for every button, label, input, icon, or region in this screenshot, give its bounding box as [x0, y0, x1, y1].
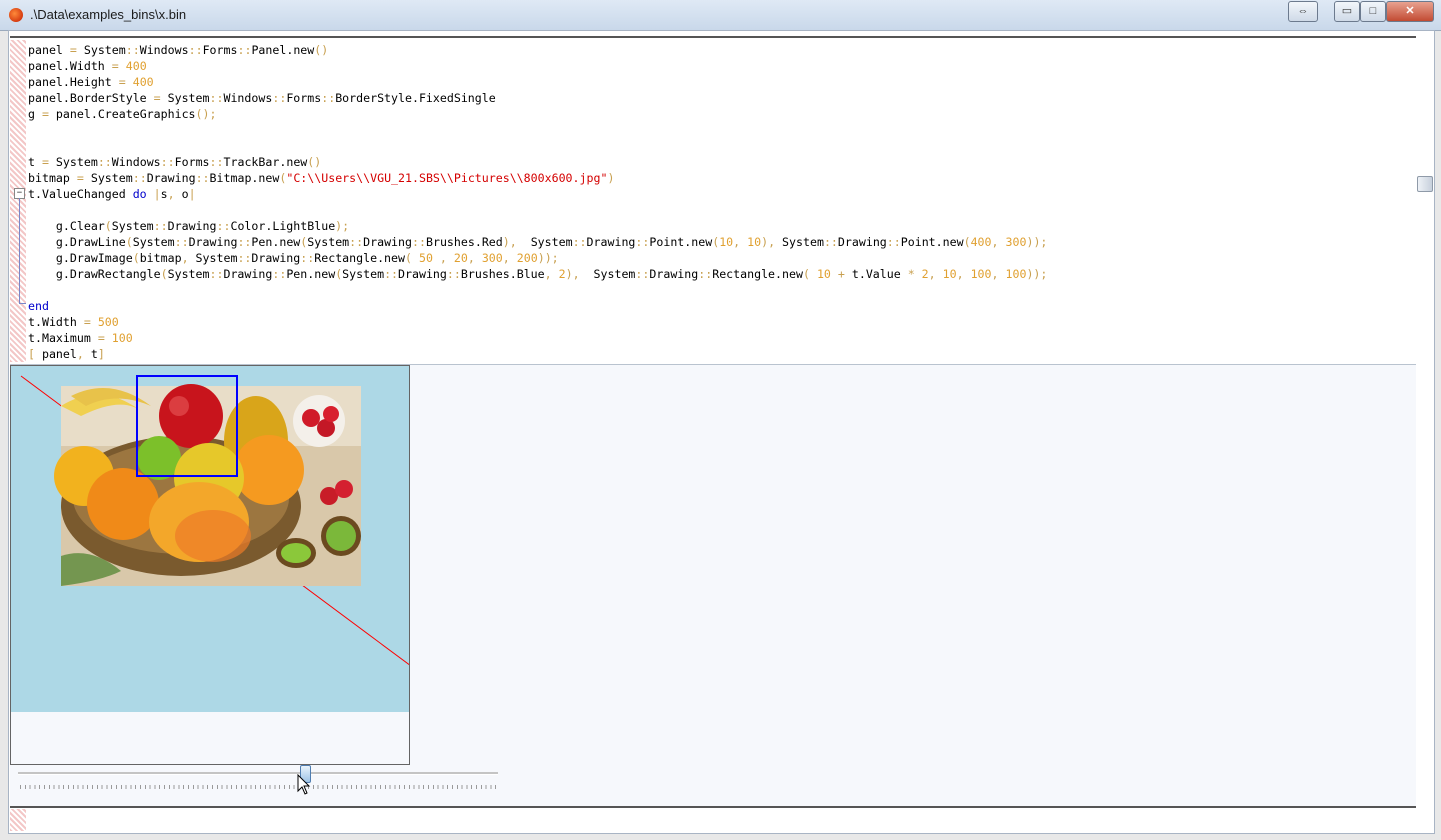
editor-bottom-divider — [10, 806, 1416, 808]
code-line[interactable]: g.DrawRectangle(System::Drawing::Pen.new… — [28, 266, 1047, 282]
code-line[interactable]: t = System::Windows::Forms::TrackBar.new… — [28, 154, 1047, 170]
fold-guide-end — [19, 303, 26, 304]
code-line[interactable] — [28, 122, 1047, 138]
code-line[interactable]: [ panel, t] — [28, 346, 1047, 362]
editor-top-divider — [10, 36, 1416, 38]
code-line[interactable] — [28, 202, 1047, 218]
mouse-pointer-icon — [297, 774, 311, 795]
code-line[interactable]: panel.BorderStyle = System::Windows::For… — [28, 90, 1047, 106]
drawing-panel — [10, 365, 410, 765]
input-line[interactable] — [10, 809, 1416, 831]
app-flame-icon — [9, 8, 23, 22]
close-button[interactable]: ✕ — [1386, 1, 1434, 22]
maximize-button[interactable]: □ — [1360, 1, 1386, 22]
code-line[interactable]: t.Maximum = 100 — [28, 330, 1047, 346]
code-line[interactable]: panel.Height = 400 — [28, 74, 1047, 90]
code-line[interactable]: t.ValueChanged do |s, o| — [28, 186, 1047, 202]
window-title: .\Data\examples_bins\x.bin — [30, 7, 187, 22]
code-line[interactable]: t.Width = 500 — [28, 314, 1047, 330]
code-line[interactable]: g = panel.CreateGraphics(); — [28, 106, 1047, 122]
title-bar: .\Data\examples_bins\x.bin ⇔ ▭ □ ✕ — [0, 0, 1441, 31]
panel-canvas — [20, 375, 409, 666]
code-text[interactable]: panel = System::Windows::Forms::Panel.ne… — [28, 42, 1047, 362]
code-line[interactable]: g.Clear(System::Drawing::Color.LightBlue… — [28, 218, 1047, 234]
code-line[interactable]: g.DrawLine(System::Drawing::Pen.new(Syst… — [28, 234, 1048, 250]
code-line[interactable]: g.DrawImage(bitmap, System::Drawing::Rec… — [28, 250, 1047, 266]
input-gutter — [10, 809, 26, 831]
code-line[interactable]: bitmap = System::Drawing::Bitmap.new("C:… — [28, 170, 1047, 186]
code-editor[interactable]: − panel = System::Windows::Forms::Panel.… — [10, 40, 1416, 362]
fold-guide-line — [19, 198, 20, 303]
code-line[interactable]: end — [28, 298, 1047, 314]
editor-gutter — [10, 40, 26, 362]
code-line[interactable] — [28, 138, 1047, 154]
trackbar[interactable] — [16, 765, 500, 795]
trackbar-track — [18, 772, 498, 775]
output-area — [10, 364, 1416, 807]
code-line[interactable]: panel.Width = 400 — [28, 58, 1047, 74]
editor-scrollbar-thumb[interactable] — [1417, 176, 1433, 192]
minimize-button[interactable]: ▭ — [1334, 1, 1360, 22]
code-line[interactable] — [28, 282, 1047, 298]
code-line[interactable]: panel = System::Windows::Forms::Panel.ne… — [28, 42, 1047, 58]
trackbar-ticks — [20, 785, 496, 789]
restore-layout-button[interactable]: ⇔ — [1288, 1, 1318, 22]
fruit-photo — [54, 384, 361, 586]
